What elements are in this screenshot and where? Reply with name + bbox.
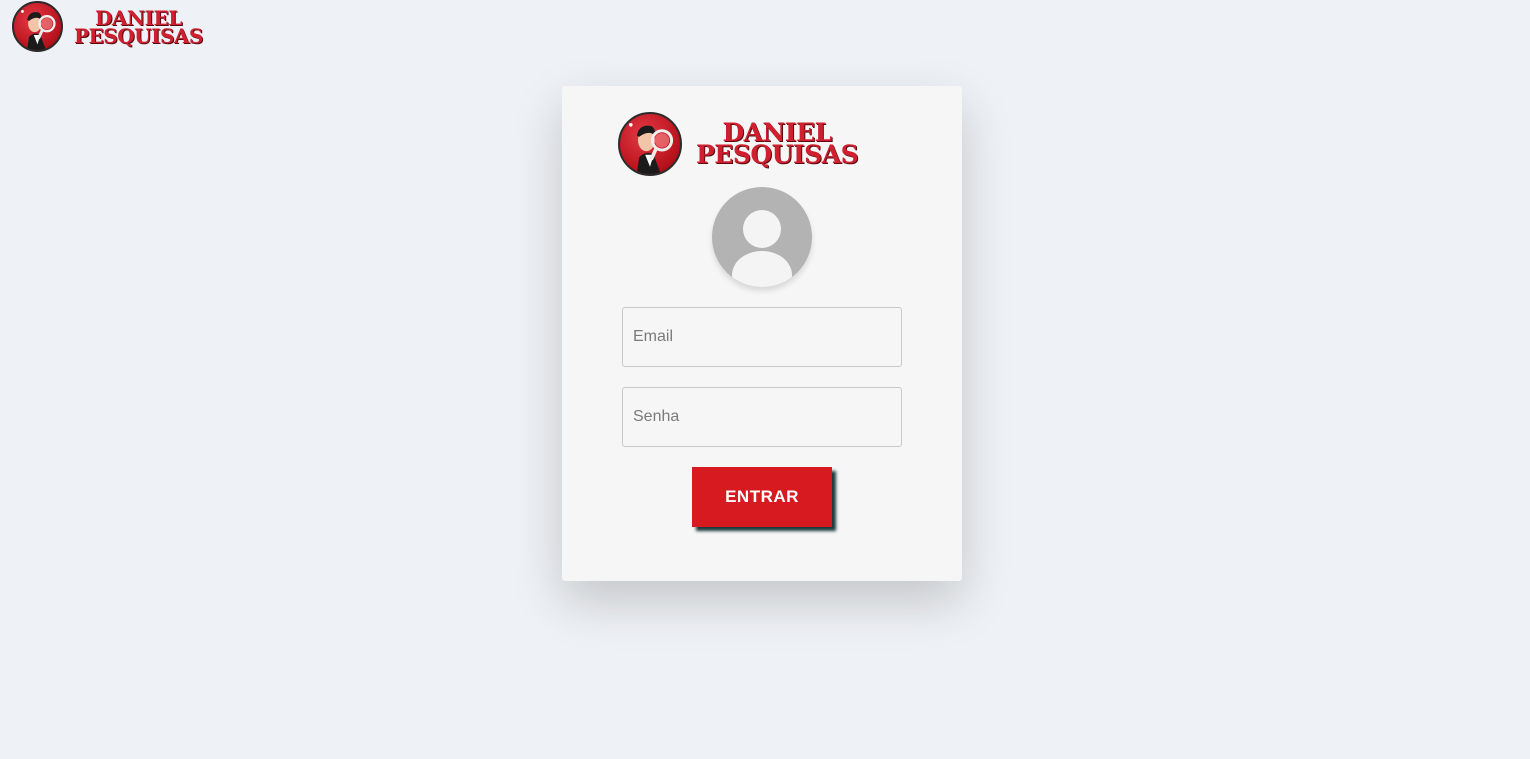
email-field[interactable] <box>622 307 902 367</box>
header-logo[interactable]: DANIEL PESQUISAS <box>12 1 203 52</box>
detective-logo-icon <box>12 1 63 52</box>
brand-name-line2: PESQUISAS <box>74 23 203 48</box>
card-logo: DANIEL PESQUISAS <box>618 112 859 176</box>
user-avatar-icon <box>712 187 812 287</box>
detective-logo-icon <box>618 112 682 176</box>
brand-wordmark: DANIEL PESQUISAS <box>74 8 203 48</box>
login-card: DANIEL PESQUISAS ENTRAR <box>562 86 962 581</box>
password-field[interactable] <box>622 387 902 447</box>
brand-name-line2: PESQUISAS <box>696 140 859 169</box>
login-button[interactable]: ENTRAR <box>692 467 832 527</box>
brand-wordmark: DANIEL PESQUISAS <box>696 120 859 169</box>
